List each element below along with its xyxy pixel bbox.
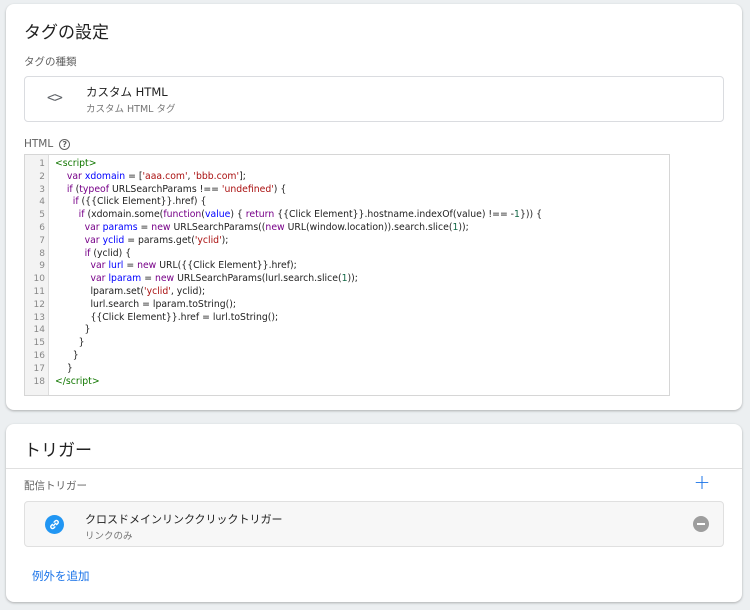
code-line: 18 </script> bbox=[25, 376, 669, 389]
line-number: 3 bbox=[39, 184, 45, 195]
code-line: 1 <script> bbox=[25, 158, 669, 171]
line-number: 10 bbox=[33, 274, 45, 285]
html-code-editor[interactable]: 1 <script> 2 var xdomain = ['aaa.com', 'b… bbox=[24, 154, 670, 396]
code-line: 17 } bbox=[25, 363, 669, 376]
tag-type-subtitle: カスタム HTML タグ bbox=[86, 104, 176, 115]
firing-trigger-label: 配信トリガー bbox=[24, 480, 87, 492]
trigger-card: トリガー 配信トリガー + クロスドメインリンククリックトリガー リンクのみ 例… bbox=[6, 424, 742, 602]
tag-type-name: カスタム HTML bbox=[86, 85, 168, 99]
code-line: 16 } bbox=[25, 350, 669, 363]
trigger-subtitle: リンクのみ bbox=[85, 531, 133, 542]
line-number: 18 bbox=[33, 376, 45, 387]
code-line: 5 if (xdomain.some(function(value) { ret… bbox=[25, 209, 669, 222]
code-line: 2 var xdomain = ['aaa.com', 'bbb.com']; bbox=[25, 171, 669, 184]
line-number: 7 bbox=[39, 235, 45, 246]
tag-type-label: タグの種類 bbox=[24, 56, 77, 68]
line-number: 14 bbox=[33, 325, 45, 336]
code-line: 11 lparam.set('yclid', yclid); bbox=[25, 286, 669, 299]
add-exception-link[interactable]: 例外を追加 bbox=[32, 568, 90, 584]
code-brackets-icon: <> bbox=[47, 90, 63, 106]
line-number: 9 bbox=[39, 261, 45, 272]
code-line: 8 if (yclid) { bbox=[25, 248, 669, 261]
line-number: 8 bbox=[39, 248, 45, 259]
line-number: 4 bbox=[39, 197, 45, 208]
tag-type-selector[interactable]: <> カスタム HTML カスタム HTML タグ bbox=[24, 76, 724, 122]
line-number: 15 bbox=[33, 338, 45, 349]
line-number: 11 bbox=[33, 286, 45, 297]
html-field-header: HTML ? bbox=[24, 138, 71, 150]
code-line: 13 {{Click Element}}.href = lurl.toStrin… bbox=[25, 312, 669, 325]
line-number: 13 bbox=[33, 312, 45, 323]
trigger-name: クロスドメインリンククリックトリガー bbox=[85, 513, 283, 526]
code-line: 10 var lparam = new URLSearchParams(lurl… bbox=[25, 273, 669, 286]
line-number: 5 bbox=[39, 210, 45, 221]
code-line: 6 var params = new URLSearchParams((new … bbox=[25, 222, 669, 235]
link-icon bbox=[45, 515, 64, 534]
help-icon[interactable]: ? bbox=[59, 138, 71, 150]
tag-configuration-card: タグの設定 タグの種類 <> カスタム HTML カスタム HTML タグ HT… bbox=[6, 4, 742, 410]
line-number: 2 bbox=[39, 171, 45, 182]
line-number: 6 bbox=[39, 222, 45, 233]
trigger-divider bbox=[6, 468, 742, 469]
code-line: 14 } bbox=[25, 324, 669, 337]
code-line: 3 if (typeof URLSearchParams !== 'undefi… bbox=[25, 184, 669, 197]
line-number: 12 bbox=[33, 299, 45, 310]
html-label: HTML bbox=[24, 138, 54, 150]
trigger-item[interactable]: クロスドメインリンククリックトリガー リンクのみ bbox=[24, 501, 724, 547]
add-trigger-button[interactable]: + bbox=[692, 472, 712, 492]
tag-config-title: タグの設定 bbox=[24, 23, 109, 43]
code-line: 12 lurl.search = lparam.toString(); bbox=[25, 299, 669, 312]
code-line: 7 var yclid = params.get('yclid'); bbox=[25, 235, 669, 248]
code-line: 9 var lurl = new URL({{Click Element}}.h… bbox=[25, 260, 669, 273]
line-number: 17 bbox=[33, 363, 45, 374]
code-line: 15 } bbox=[25, 337, 669, 350]
line-number: 1 bbox=[39, 159, 45, 169]
trigger-title: トリガー bbox=[24, 441, 92, 461]
remove-trigger-icon[interactable] bbox=[693, 516, 709, 532]
line-number: 16 bbox=[33, 350, 45, 361]
code-lines: 1 <script> 2 var xdomain = ['aaa.com', 'b… bbox=[25, 158, 669, 388]
code-line: 4 if ({{Click Element}}.href) { bbox=[25, 196, 669, 209]
